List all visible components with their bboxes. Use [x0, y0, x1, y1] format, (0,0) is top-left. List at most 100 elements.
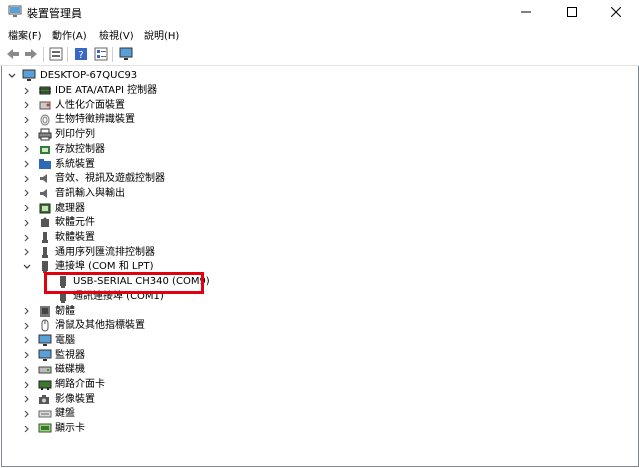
window-title: 裝置管理員: [27, 7, 82, 20]
network-adapters-icon: [38, 380, 52, 390]
tree-item-processors[interactable]: 處理器: [55, 201, 85, 216]
tree-item-monitors[interactable]: 監視器: [55, 348, 85, 363]
forward-button[interactable]: [23, 46, 39, 62]
expand-toggle-root[interactable]: [7, 68, 17, 83]
forward-arrow-icon: [25, 49, 37, 59]
expand-toggle-computer[interactable]: [22, 333, 32, 348]
tree-item-keyboards[interactable]: 鍵盤: [55, 406, 75, 421]
tree-item-ide-controller[interactable]: IDE ATA/ATAPI 控制器: [55, 83, 157, 98]
expand-toggle-audio-io[interactable]: [22, 186, 32, 201]
minimize-icon: [521, 11, 531, 13]
chevron-right-icon: [24, 204, 29, 212]
tree-item-imaging-devices[interactable]: 影像裝置: [55, 392, 95, 407]
system-devices-icon: [39, 158, 51, 169]
computer-icon: [38, 334, 52, 346]
scan-hardware-button[interactable]: [118, 46, 134, 62]
menu-view[interactable]: 檢視(V): [99, 27, 134, 42]
disk-drives-icon: [38, 366, 52, 374]
software-devices-icon: [42, 232, 48, 243]
tree-item-software-devices[interactable]: 軟體裝置: [55, 230, 95, 245]
menu-file[interactable]: 檔案(F): [8, 27, 42, 42]
chevron-right-icon: [24, 116, 29, 124]
expand-toggle-hid[interactable]: [22, 98, 32, 113]
tree-item-display-adapters[interactable]: 顯示卡: [55, 421, 85, 436]
chevron-right-icon: [24, 322, 29, 330]
list-view-icon: [94, 47, 108, 61]
device-tree: DESKTOP-67QUC93 IDE ATA/ATAPI 控制器 人性化介面裝置…: [1, 66, 639, 467]
expand-toggle-network-adapters[interactable]: [22, 377, 32, 392]
title-bar: 裝置管理員: [0, 0, 639, 24]
tree-item-software-components[interactable]: 軟體元件: [55, 215, 95, 230]
chevron-right-icon: [24, 101, 29, 109]
menu-help[interactable]: 說明(H): [144, 27, 179, 42]
firmware-icon: [40, 305, 50, 317]
toolbar: ?: [0, 43, 639, 66]
expand-toggle-ide-controller[interactable]: [22, 83, 32, 98]
chevron-right-icon: [24, 395, 29, 403]
action-view-button[interactable]: [93, 46, 109, 62]
tree-item-print-queue[interactable]: 列印佇列: [55, 127, 95, 142]
chevron-right-icon: [24, 219, 29, 227]
expand-toggle-software-devices[interactable]: [22, 230, 32, 245]
tree-item-mice[interactable]: 滑鼠及其他指標裝置: [55, 318, 145, 333]
menu-action[interactable]: 動作(A): [52, 27, 87, 42]
hid-icon: [39, 101, 51, 110]
expand-toggle-monitors[interactable]: [22, 348, 32, 363]
back-button[interactable]: [5, 46, 21, 62]
tree-item-disk-drives[interactable]: 磁碟機: [55, 362, 85, 377]
imaging-devices-icon: [39, 394, 49, 404]
expand-toggle-mice[interactable]: [22, 318, 32, 333]
chevron-right-icon: [24, 425, 29, 433]
tree-item-hid[interactable]: 人性化介面裝置: [55, 98, 125, 113]
tree-item-system-devices[interactable]: 系統裝置: [55, 157, 95, 172]
tree-item-usb-controllers[interactable]: 通用序列匯流排控制器: [55, 245, 155, 260]
tree-item-audio-io[interactable]: 音訊輸入與輸出: [55, 186, 125, 201]
maximize-button[interactable]: [549, 0, 595, 24]
tree-item-biometric[interactable]: 生物特徵辨識裝置: [55, 112, 135, 127]
keyboards-icon: [38, 410, 52, 418]
chevron-right-icon: [24, 366, 29, 374]
toolbar-separator: [112, 47, 113, 62]
tree-item-firmware[interactable]: 韌體: [55, 304, 75, 319]
expand-toggle-biometric[interactable]: [22, 112, 32, 127]
expand-toggle-ports-com-lpt[interactable]: [22, 259, 32, 274]
expand-toggle-storage-controller[interactable]: [22, 142, 32, 157]
highlight-box: [44, 272, 204, 294]
chevron-right-icon: [24, 351, 29, 359]
processors-icon: [39, 203, 51, 214]
tree-root-label[interactable]: DESKTOP-67QUC93: [40, 68, 137, 83]
monitor-icon: [119, 47, 133, 60]
tree-item-storage-controller[interactable]: 存放控制器: [55, 142, 105, 157]
monitors-icon: [38, 349, 52, 361]
expand-toggle-print-queue[interactable]: [22, 127, 32, 142]
expand-toggle-keyboards[interactable]: [22, 406, 32, 421]
tree-item-network-adapters[interactable]: 網路介面卡: [55, 377, 105, 392]
print-queue-icon: [38, 128, 52, 141]
help-button[interactable]: ?: [73, 46, 89, 62]
minimize-button[interactable]: [503, 0, 549, 24]
expand-toggle-imaging-devices[interactable]: [22, 392, 32, 407]
biometric-icon: [40, 114, 50, 126]
expand-toggle-display-adapters[interactable]: [22, 421, 32, 436]
expand-toggle-processors[interactable]: [22, 201, 32, 216]
tree-item-sound-video-game[interactable]: 音效、視訊及遊戲控制器: [55, 171, 165, 186]
chevron-right-icon: [24, 175, 29, 183]
ide-controller-icon: [39, 86, 51, 95]
close-button[interactable]: [593, 0, 639, 24]
back-arrow-icon: [7, 49, 19, 59]
expand-toggle-sound-video-game[interactable]: [22, 171, 32, 186]
device-manager-icon: [8, 5, 22, 17]
tree-item-computer[interactable]: 電腦: [55, 333, 75, 348]
expand-toggle-usb-controllers[interactable]: [22, 245, 32, 260]
chevron-right-icon: [24, 189, 29, 197]
expand-toggle-disk-drives[interactable]: [22, 362, 32, 377]
properties-view-button[interactable]: [48, 46, 64, 62]
software-components-icon: [41, 217, 49, 228]
expand-toggle-software-components[interactable]: [22, 215, 32, 230]
mice-icon: [41, 319, 49, 332]
expand-toggle-system-devices[interactable]: [22, 157, 32, 172]
expand-toggle-firmware[interactable]: [22, 304, 32, 319]
chevron-right-icon: [24, 248, 29, 256]
maximize-icon: [567, 7, 577, 17]
storage-controller-icon: [40, 145, 50, 154]
